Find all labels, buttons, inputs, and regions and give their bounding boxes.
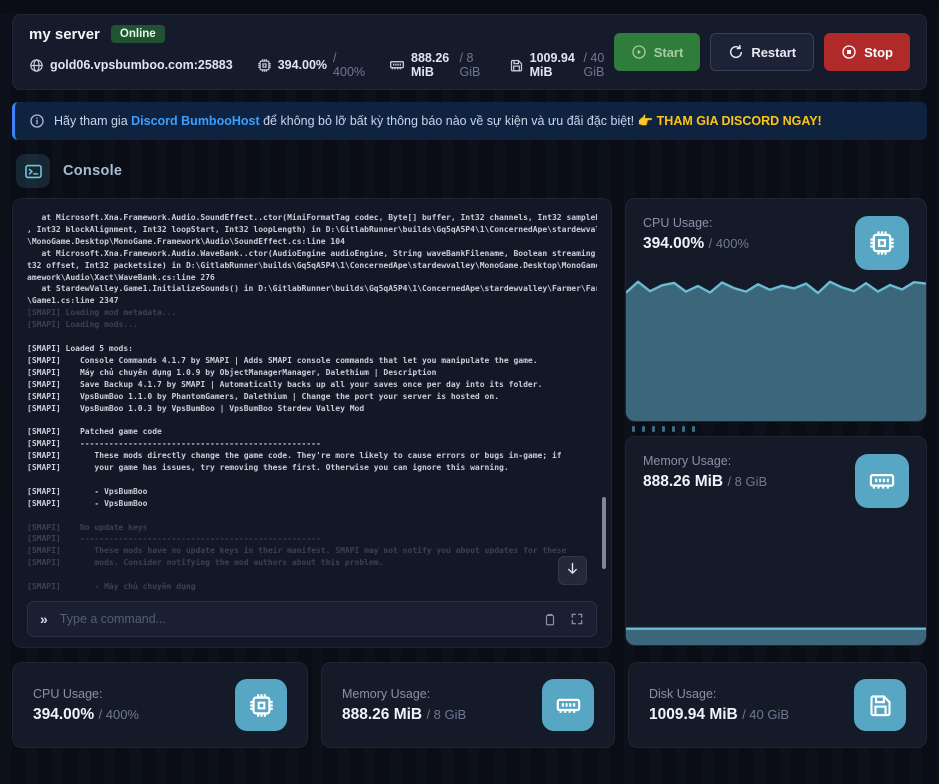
memory-icon — [389, 57, 405, 73]
stop-circle-icon — [841, 44, 857, 60]
restart-button[interactable]: Restart — [710, 33, 814, 71]
console-section-header: Console — [12, 154, 927, 188]
memory-usage-limit: / 8 GiB — [426, 707, 466, 722]
console-scrollbar[interactable] — [602, 497, 606, 569]
usage-summary-row: CPU Usage: 394.00% / 400% Memory Usage: … — [12, 662, 927, 748]
disk-usage-limit: / 40 GiB — [742, 707, 789, 722]
pointing-hand-emoji: 👉 — [638, 114, 654, 128]
scroll-to-bottom-button[interactable] — [558, 556, 587, 585]
cpu-usage-card: CPU Usage: 394.00% / 400% — [625, 198, 927, 422]
cpu-usage-value: 394.00% — [33, 706, 94, 723]
status-badge: Online — [111, 25, 165, 43]
stop-button[interactable]: Stop — [824, 33, 910, 71]
command-bar: » — [27, 601, 597, 637]
memory-usage-label: Memory Usage: — [643, 454, 767, 468]
console-output[interactable]: at Microsoft.Xna.Framework.Audio.SoundEf… — [27, 212, 597, 593]
terminal-icon — [16, 154, 50, 188]
console-card: at Microsoft.Xna.Framework.Audio.SoundEf… — [12, 198, 612, 648]
disk-icon — [854, 679, 906, 731]
restart-icon — [728, 44, 744, 60]
cpu-icon — [235, 679, 287, 731]
server-header: my server Online gold06.vpsbumboo.com:25… — [12, 14, 927, 90]
arrow-down-icon — [565, 561, 580, 581]
usage-sidebar: CPU Usage: 394.00% / 400% — [625, 198, 927, 648]
cpu-icon — [257, 58, 272, 73]
discord-banner: Hãy tham gia Discord BumbooHost để không… — [12, 102, 927, 140]
memory-usage-limit: / 8 GiB — [727, 474, 767, 489]
disk-icon — [509, 58, 524, 73]
cpu-usage-limit: / 400% — [709, 236, 749, 251]
server-name: my server — [29, 26, 100, 43]
globe-icon — [29, 58, 44, 73]
discord-cta-link[interactable]: THAM GIA DISCORD NGAY! — [657, 114, 822, 128]
disk-usage-value: 1009.94 MiB — [649, 706, 738, 723]
prompt-icon: » — [40, 612, 48, 626]
cpu-chart-axis-ticks — [625, 422, 927, 436]
header-disk-stat: 1009.94 MiB / 40 GiB — [509, 51, 614, 79]
info-icon — [29, 113, 45, 129]
cpu-usage-label: CPU Usage: — [33, 687, 139, 701]
memory-usage-mini-card: Memory Usage: 888.26 MiB / 8 GiB — [321, 662, 615, 748]
play-circle-icon — [631, 44, 647, 60]
copy-icon[interactable] — [543, 612, 557, 627]
disk-usage-label: Disk Usage: — [649, 687, 789, 701]
start-button[interactable]: Start — [614, 33, 701, 71]
memory-usage-card: Memory Usage: 888.26 MiB / 8 GiB — [625, 436, 927, 646]
server-address: gold06.vpsbumboo.com:25883 — [29, 58, 233, 73]
cpu-usage-chart — [626, 271, 926, 421]
memory-usage-chart — [626, 495, 926, 645]
header-cpu-stat: 394.00% / 400% — [257, 51, 365, 79]
command-input[interactable] — [58, 611, 533, 627]
cpu-usage-value: 394.00% — [643, 235, 704, 252]
expand-icon[interactable] — [570, 612, 584, 627]
cpu-usage-mini-card: CPU Usage: 394.00% / 400% — [12, 662, 308, 748]
banner-text: Hãy tham gia Discord BumbooHost để không… — [54, 114, 822, 129]
disk-usage-mini-card: Disk Usage: 1009.94 MiB / 40 GiB — [628, 662, 927, 748]
memory-usage-label: Memory Usage: — [342, 687, 466, 701]
memory-icon — [542, 679, 594, 731]
cpu-usage-limit: / 400% — [99, 707, 139, 722]
cpu-icon — [855, 216, 909, 270]
discord-link[interactable]: Discord BumbooHost — [131, 114, 259, 128]
power-actions: Start Restart Stop — [614, 33, 910, 71]
memory-usage-value: 888.26 MiB — [342, 706, 422, 723]
header-memory-stat: 888.26 MiB / 8 GiB — [389, 51, 485, 79]
server-info: my server Online gold06.vpsbumboo.com:25… — [29, 25, 614, 79]
section-title: Console — [63, 163, 122, 179]
memory-usage-value: 888.26 MiB — [643, 473, 723, 490]
cpu-usage-label: CPU Usage: — [643, 216, 749, 230]
